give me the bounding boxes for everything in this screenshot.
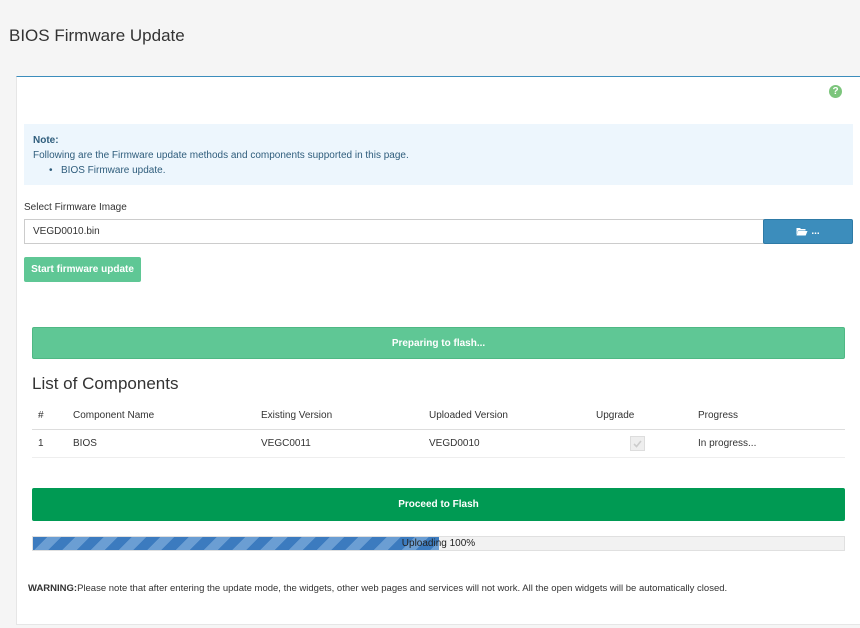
help-circle-icon[interactable]: ? [829, 85, 842, 98]
note-list: BIOS Firmware update. [33, 163, 844, 178]
upgrade-checkbox[interactable] [630, 436, 645, 451]
page-title: BIOS Firmware Update [9, 26, 185, 45]
note-title: Note: [33, 135, 59, 146]
components-table: # Component Name Existing Version Upload… [32, 402, 845, 458]
firmware-file-field[interactable] [24, 219, 764, 244]
header-existing-version: Existing Version [261, 410, 333, 421]
firmware-update-panel: ? Note: Following are the Firmware updat… [16, 76, 860, 625]
warning-text: WARNING:Please note that after entering … [28, 583, 727, 594]
table-header-row: # Component Name Existing Version Upload… [32, 402, 845, 430]
note-list-item: BIOS Firmware update. [49, 163, 844, 178]
folder-open-icon [796, 227, 808, 236]
header-uploaded-version: Uploaded Version [429, 410, 508, 421]
preparing-status-bar: Preparing to flash... [32, 327, 845, 359]
check-icon [633, 439, 642, 448]
select-firmware-label: Select Firmware Image [24, 202, 127, 213]
note-box: Note: Following are the Firmware update … [24, 124, 853, 185]
proceed-to-flash-button[interactable]: Proceed to Flash [32, 488, 845, 521]
cell-upgrade [596, 436, 698, 451]
header-progress: Progress [698, 410, 739, 421]
components-title: List of Components [32, 374, 179, 393]
warning-message: Please note that after entering the upda… [77, 583, 728, 594]
cell-num: 1 [38, 438, 44, 449]
table-row: 1 BIOS VEGC0011 VEGD0010 In progress... [32, 430, 845, 458]
cell-uploaded-version: VEGD0010 [429, 438, 480, 449]
start-firmware-update-button[interactable]: Start firmware update [24, 257, 141, 282]
browse-button-label: ... [811, 226, 820, 237]
cell-progress: In progress... [698, 438, 757, 449]
note-text: Following are the Firmware update method… [33, 150, 409, 161]
browse-button[interactable]: ... [763, 219, 853, 244]
upload-progress-label: Uploading 100% [401, 538, 476, 549]
warning-label: WARNING: [28, 583, 78, 594]
header-upgrade: Upgrade [596, 410, 635, 421]
header-component-name: Component Name [73, 410, 155, 421]
header-num: # [38, 410, 44, 421]
cell-component-name: BIOS [73, 438, 97, 449]
cell-existing-version: VEGC0011 [261, 438, 311, 449]
upload-progress-bar: Uploading 100% [32, 536, 845, 551]
